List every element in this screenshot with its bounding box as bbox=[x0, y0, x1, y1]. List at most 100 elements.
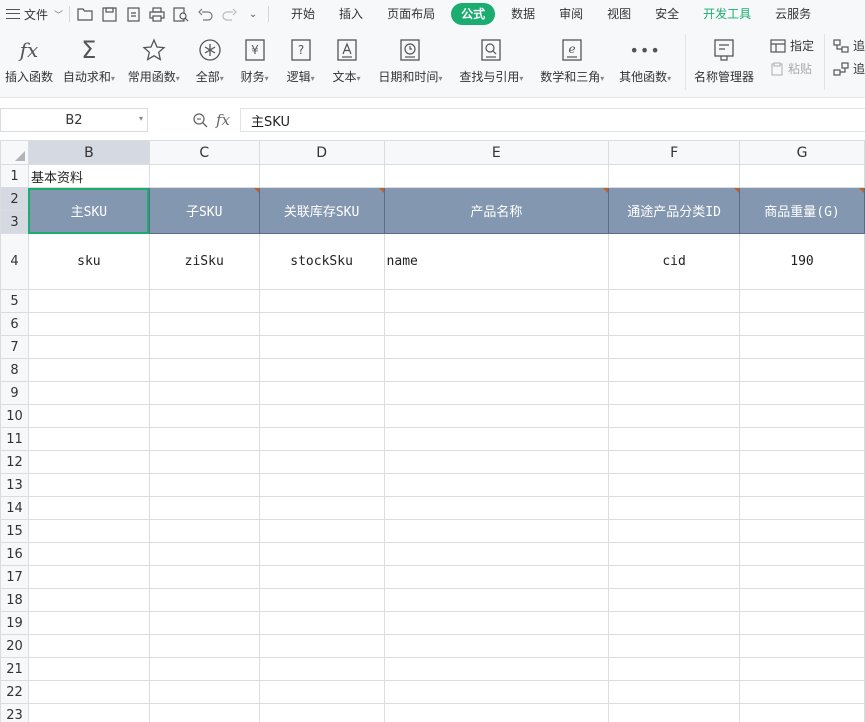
assign-button[interactable]: 指定 bbox=[770, 37, 814, 54]
cell[interactable] bbox=[739, 565, 865, 589]
cell[interactable] bbox=[383, 335, 610, 359]
row-header[interactable]: 13 bbox=[0, 473, 29, 497]
cell[interactable] bbox=[608, 164, 741, 188]
header-cell-main-sku[interactable]: 主SKU bbox=[27, 187, 150, 234]
cell[interactable] bbox=[608, 657, 741, 681]
cell[interactable] bbox=[608, 519, 741, 543]
cell[interactable] bbox=[383, 588, 610, 612]
cell[interactable] bbox=[148, 703, 260, 722]
cell[interactable] bbox=[258, 588, 385, 612]
cell[interactable] bbox=[27, 335, 150, 359]
paste-button[interactable]: 粘贴 bbox=[770, 60, 814, 77]
cell[interactable] bbox=[27, 703, 150, 722]
cell[interactable] bbox=[148, 312, 260, 336]
cell[interactable] bbox=[739, 427, 865, 451]
cell[interactable] bbox=[739, 519, 865, 543]
cell[interactable] bbox=[27, 611, 150, 635]
cell[interactable] bbox=[148, 335, 260, 359]
cell[interactable] bbox=[383, 634, 610, 658]
cell[interactable] bbox=[383, 164, 610, 188]
cell[interactable] bbox=[258, 427, 385, 451]
cell[interactable] bbox=[258, 164, 385, 188]
row-header[interactable]: 16 bbox=[0, 542, 29, 566]
tab-insert[interactable]: 插入 bbox=[327, 3, 375, 25]
row-header[interactable]: 6 bbox=[0, 312, 29, 336]
cell[interactable] bbox=[739, 588, 865, 612]
cell[interactable] bbox=[608, 450, 741, 474]
cell[interactable] bbox=[258, 565, 385, 589]
cell[interactable] bbox=[258, 335, 385, 359]
cell[interactable] bbox=[608, 588, 741, 612]
cell[interactable] bbox=[608, 496, 741, 520]
common-functions-button[interactable]: 常用函数▾ bbox=[120, 28, 188, 98]
row-header[interactable]: 18 bbox=[0, 588, 29, 612]
print-icon[interactable] bbox=[148, 5, 166, 23]
cell[interactable] bbox=[148, 542, 260, 566]
cell[interactable] bbox=[148, 657, 260, 681]
cell[interactable] bbox=[608, 289, 741, 313]
cell[interactable] bbox=[383, 358, 610, 382]
cell[interactable] bbox=[608, 680, 741, 704]
cell[interactable] bbox=[608, 358, 741, 382]
cell[interactable] bbox=[27, 404, 150, 428]
cell[interactable] bbox=[258, 519, 385, 543]
cell[interactable] bbox=[27, 358, 150, 382]
tab-developer[interactable]: 开发工具 bbox=[691, 3, 763, 25]
cell[interactable] bbox=[383, 427, 610, 451]
cell[interactable] bbox=[608, 427, 741, 451]
logic-button[interactable]: ? 逻辑▾ bbox=[278, 28, 324, 98]
cell[interactable] bbox=[383, 565, 610, 589]
header-cell-sub-sku[interactable]: 子SKU bbox=[148, 187, 260, 234]
cell[interactable] bbox=[27, 680, 150, 704]
fx-button[interactable]: fx bbox=[216, 111, 230, 129]
cell[interactable] bbox=[383, 611, 610, 635]
cell-e4[interactable]: name bbox=[383, 233, 610, 290]
cell[interactable] bbox=[258, 634, 385, 658]
cell[interactable] bbox=[608, 381, 741, 405]
cell-g4[interactable]: 190 bbox=[739, 233, 865, 290]
cell[interactable] bbox=[27, 427, 150, 451]
cell[interactable] bbox=[739, 611, 865, 635]
cell[interactable] bbox=[608, 565, 741, 589]
lookup-button[interactable]: 查找与引用▾ bbox=[451, 28, 531, 98]
row-header[interactable]: 15 bbox=[0, 519, 29, 543]
cell[interactable] bbox=[258, 496, 385, 520]
row-header[interactable]: 5 bbox=[0, 289, 29, 313]
cell[interactable] bbox=[258, 358, 385, 382]
cell[interactable] bbox=[383, 496, 610, 520]
other-functions-button[interactable]: ••• 其他函数▾ bbox=[613, 28, 677, 98]
header-cell-weight[interactable]: 商品重量(G) bbox=[739, 187, 865, 234]
cell[interactable] bbox=[27, 588, 150, 612]
cell[interactable] bbox=[608, 312, 741, 336]
cell[interactable] bbox=[148, 427, 260, 451]
cell[interactable] bbox=[27, 519, 150, 543]
cell[interactable] bbox=[148, 519, 260, 543]
export-icon[interactable] bbox=[124, 5, 142, 23]
cell[interactable] bbox=[383, 657, 610, 681]
cell[interactable] bbox=[383, 312, 610, 336]
tab-review[interactable]: 审阅 bbox=[547, 3, 595, 25]
cell[interactable] bbox=[383, 404, 610, 428]
cell[interactable] bbox=[148, 450, 260, 474]
cell[interactable] bbox=[258, 680, 385, 704]
cell[interactable] bbox=[383, 381, 610, 405]
cell[interactable] bbox=[27, 381, 150, 405]
file-menu[interactable]: 文件 ﹀ bbox=[0, 0, 63, 28]
cell[interactable] bbox=[27, 542, 150, 566]
cell[interactable] bbox=[739, 542, 865, 566]
cell[interactable] bbox=[739, 335, 865, 359]
insert-function-button[interactable]: fx 插入函数 bbox=[0, 28, 58, 98]
cell[interactable] bbox=[258, 473, 385, 497]
cell[interactable] bbox=[27, 473, 150, 497]
cell[interactable] bbox=[739, 381, 865, 405]
cell[interactable] bbox=[739, 164, 865, 188]
cell-b4[interactable]: sku bbox=[27, 233, 150, 290]
column-header-g[interactable]: G bbox=[739, 140, 865, 165]
autosum-button[interactable]: Σ 自动求和▾ bbox=[58, 28, 120, 98]
tab-home[interactable]: 开始 bbox=[279, 3, 327, 25]
all-functions-button[interactable]: 全部▾ bbox=[188, 28, 232, 98]
row-header[interactable]: 22 bbox=[0, 680, 29, 704]
name-manager-button[interactable]: 名称管理器 bbox=[686, 28, 762, 98]
cell[interactable] bbox=[739, 496, 865, 520]
cell[interactable] bbox=[608, 611, 741, 635]
